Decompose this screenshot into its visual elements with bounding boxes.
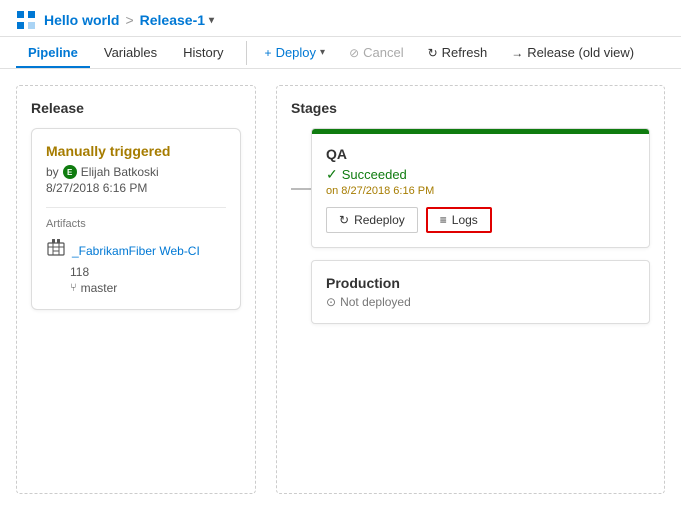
breadcrumb: Hello world > Release-1 ▾	[44, 12, 214, 28]
stages-connection: QA ✓ Succeeded on 8/27/2018 6:16 PM ↻ Re…	[291, 128, 650, 324]
user-avatar: E	[63, 165, 77, 179]
artifact-item: _FabrikamFiber Web-CI 118 ⑂ master	[46, 238, 226, 295]
stage-card-body-qa: QA ✓ Succeeded on 8/27/2018 6:16 PM ↻ Re…	[312, 134, 649, 247]
card-divider	[46, 207, 226, 208]
tab-history[interactable]: History	[171, 37, 235, 68]
breadcrumb-release-label: Release-1	[140, 12, 205, 28]
artifacts-label: Artifacts	[46, 218, 226, 230]
stage-status-production: ⊙ Not deployed	[326, 295, 635, 309]
tab-pipeline[interactable]: Pipeline	[16, 37, 90, 68]
stage-date-qa: on 8/27/2018 6:16 PM	[326, 185, 635, 197]
clock-icon: ⊙	[326, 295, 336, 309]
stage-name-qa: QA	[326, 146, 635, 162]
stage-actions-qa: ↻ Redeploy ≡ Logs	[326, 207, 635, 233]
release-panel-title: Release	[31, 100, 241, 116]
arrow-right-icon: →	[511, 46, 523, 60]
stage-name-production: Production	[326, 275, 635, 291]
chevron-down-icon[interactable]: ▾	[209, 15, 214, 26]
by-label: by	[46, 165, 59, 179]
nav-divider	[246, 41, 247, 65]
cancel-icon: ⊘	[349, 46, 359, 60]
redeploy-icon: ↻	[339, 213, 349, 227]
breadcrumb-app[interactable]: Hello world	[44, 12, 119, 28]
stages-panel-title: Stages	[291, 100, 650, 116]
check-icon: ✓	[326, 166, 338, 183]
release-date: 8/27/2018 6:16 PM	[46, 181, 226, 195]
old-view-button[interactable]: → Release (old view)	[501, 41, 644, 64]
top-bar: Hello world > Release-1 ▾	[0, 0, 681, 37]
deploy-chevron-icon: ▾	[320, 47, 325, 58]
toolbar-actions: + Deploy ▾ ⊘ Cancel ↻ Refresh → Release …	[255, 41, 645, 64]
artifact-branch: ⑂ master	[46, 281, 226, 295]
artifact-icon-row: _FabrikamFiber Web-CI	[46, 238, 226, 263]
stage-card-production: Production ⊙ Not deployed	[311, 260, 650, 324]
deploy-button[interactable]: + Deploy ▾	[255, 41, 336, 64]
stages-list: QA ✓ Succeeded on 8/27/2018 6:16 PM ↻ Re…	[311, 128, 650, 324]
redeploy-button[interactable]: ↻ Redeploy	[326, 207, 418, 233]
artifact-name[interactable]: _FabrikamFiber Web-CI	[72, 244, 200, 258]
breadcrumb-separator: >	[125, 12, 133, 28]
artifact-icon	[46, 238, 66, 263]
artifact-build: 118	[46, 265, 226, 279]
tab-variables[interactable]: Variables	[92, 37, 169, 68]
release-panel: Release Manually triggered by E Elijah B…	[16, 85, 256, 494]
app-icon	[16, 10, 36, 30]
logs-icon: ≡	[440, 213, 447, 227]
logs-button[interactable]: ≡ Logs	[426, 207, 492, 233]
release-trigger: Manually triggered	[46, 143, 226, 159]
stage-card-qa: QA ✓ Succeeded on 8/27/2018 6:16 PM ↻ Re…	[311, 128, 650, 248]
refresh-icon: ↻	[428, 46, 438, 60]
stage-card-body-production: Production ⊙ Not deployed	[312, 261, 649, 323]
release-card: Manually triggered by E Elijah Batkoski …	[31, 128, 241, 310]
nav-tabs: Pipeline Variables History + Deploy ▾ ⊘ …	[0, 37, 681, 69]
release-by: by E Elijah Batkoski	[46, 165, 226, 179]
stage-status-qa: ✓ Succeeded	[326, 166, 635, 183]
main-content: Release Manually triggered by E Elijah B…	[0, 69, 681, 510]
user-name: Elijah Batkoski	[81, 165, 159, 179]
stages-panel: Stages QA ✓ Succeeded on 8/27/2018 6:16 …	[276, 85, 665, 494]
branch-icon: ⑂	[70, 282, 77, 294]
plus-icon: +	[265, 46, 272, 60]
cancel-button[interactable]: ⊘ Cancel	[339, 41, 414, 64]
connector-line	[291, 188, 311, 190]
refresh-button[interactable]: ↻ Refresh	[418, 41, 498, 64]
branch-label: master	[81, 281, 118, 295]
breadcrumb-release[interactable]: Release-1 ▾	[140, 12, 214, 28]
